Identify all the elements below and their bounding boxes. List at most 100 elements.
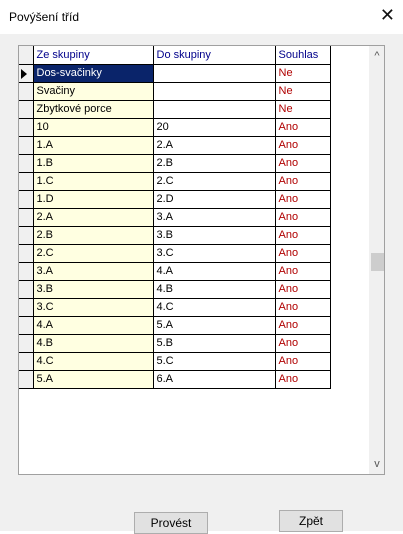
cell-agree[interactable]: Ano: [275, 136, 331, 155]
grid-row[interactable]: Dos-svačinky Ne: [19, 64, 331, 83]
grid-row[interactable]: 2.A 3.A Ano: [19, 208, 331, 227]
cell-from[interactable]: 4.C: [33, 352, 154, 371]
cell-from[interactable]: 4.A: [33, 316, 154, 335]
grid-row[interactable]: 1.A 2.A Ano: [19, 136, 331, 155]
cell-from[interactable]: 2.C: [33, 244, 154, 263]
row-indicator-cell[interactable]: [19, 172, 34, 191]
cell-agree[interactable]: Ano: [275, 190, 331, 209]
grid-row[interactable]: 1.B 2.B Ano: [19, 154, 331, 173]
cell-to[interactable]: 4.A: [153, 262, 276, 281]
grid-row[interactable]: 3.C 4.C Ano: [19, 298, 331, 317]
cell-to[interactable]: [153, 100, 276, 119]
cell-from[interactable]: 4.B: [33, 334, 154, 353]
grid-row[interactable]: 1.C 2.C Ano: [19, 172, 331, 191]
cell-agree[interactable]: Ano: [275, 334, 331, 353]
cell-to[interactable]: 20: [153, 118, 276, 137]
cell-agree[interactable]: Ne: [275, 100, 331, 119]
cell-to[interactable]: 2.C: [153, 172, 276, 191]
cell-agree[interactable]: Ano: [275, 226, 331, 245]
cell-from[interactable]: 1.A: [33, 136, 154, 155]
grid-row[interactable]: 2.B 3.B Ano: [19, 226, 331, 245]
cell-from[interactable]: Svačiny: [33, 82, 154, 101]
back-button[interactable]: Zpět: [279, 510, 343, 532]
cell-agree[interactable]: Ano: [275, 280, 331, 299]
row-indicator-cell[interactable]: [19, 370, 34, 389]
cell-to[interactable]: 5.A: [153, 316, 276, 335]
cell-from[interactable]: 3.B: [33, 280, 154, 299]
cell-agree[interactable]: Ano: [275, 172, 331, 191]
close-icon[interactable]: ✕: [380, 5, 395, 25]
grid-row[interactable]: 2.C 3.C Ano: [19, 244, 331, 263]
row-indicator-cell[interactable]: [19, 226, 34, 245]
cell-agree[interactable]: Ano: [275, 154, 331, 173]
row-indicator-cell[interactable]: [19, 82, 34, 101]
promotion-grid[interactable]: Ze skupiny Do skupiny Souhlas Dos-svačin…: [18, 45, 385, 475]
cell-to[interactable]: 3.C: [153, 244, 276, 263]
grid-row[interactable]: 5.A 6.A Ano: [19, 370, 331, 389]
column-header-agree[interactable]: Souhlas: [275, 46, 331, 65]
cell-agree[interactable]: Ne: [275, 64, 331, 83]
cell-agree[interactable]: Ano: [275, 298, 331, 317]
cell-from[interactable]: 3.C: [33, 298, 154, 317]
grid-row[interactable]: Svačiny Ne: [19, 82, 331, 101]
row-indicator-cell[interactable]: [19, 298, 34, 317]
row-indicator-cell[interactable]: [19, 280, 34, 299]
cell-to[interactable]: 2.D: [153, 190, 276, 209]
row-indicator-cell[interactable]: [19, 316, 34, 335]
cell-agree[interactable]: Ano: [275, 244, 331, 263]
cell-from[interactable]: Zbytkové porce: [33, 100, 154, 119]
row-indicator-cell[interactable]: [19, 154, 34, 173]
scroll-down-icon[interactable]: v: [369, 456, 384, 472]
grid-row[interactable]: 3.B 4.B Ano: [19, 280, 331, 299]
row-indicator-cell[interactable]: [19, 118, 34, 137]
grid-row[interactable]: 10 20 Ano: [19, 118, 331, 137]
cell-from[interactable]: 1.B: [33, 154, 154, 173]
cell-from[interactable]: Dos-svačinky: [33, 64, 154, 83]
cell-agree[interactable]: Ne: [275, 82, 331, 101]
cell-from[interactable]: 2.B: [33, 226, 154, 245]
grid-row[interactable]: 1.D 2.D Ano: [19, 190, 331, 209]
cell-from[interactable]: 5.A: [33, 370, 154, 389]
cell-to[interactable]: 6.A: [153, 370, 276, 389]
grid-row[interactable]: Zbytkové porce Ne: [19, 100, 331, 119]
cell-from[interactable]: 2.A: [33, 208, 154, 227]
cell-to[interactable]: [153, 82, 276, 101]
row-indicator-cell[interactable]: [19, 208, 34, 227]
row-indicator-cell[interactable]: [19, 262, 34, 281]
scroll-up-icon[interactable]: ^: [369, 48, 384, 64]
cell-agree[interactable]: Ano: [275, 370, 331, 389]
row-indicator-cell[interactable]: [19, 352, 34, 371]
vertical-scrollbar[interactable]: ^ v: [369, 46, 384, 474]
cell-to[interactable]: 3.B: [153, 226, 276, 245]
grid-row[interactable]: 4.A 5.A Ano: [19, 316, 331, 335]
row-indicator-cell[interactable]: [19, 100, 34, 119]
cell-agree[interactable]: Ano: [275, 118, 331, 137]
cell-to[interactable]: 2.B: [153, 154, 276, 173]
row-indicator-cell[interactable]: [19, 190, 34, 209]
cell-to[interactable]: 4.C: [153, 298, 276, 317]
row-indicator-cell[interactable]: [19, 334, 34, 353]
grid-row[interactable]: 3.A 4.A Ano: [19, 262, 331, 281]
row-indicator-cell[interactable]: [19, 64, 34, 83]
grid-row[interactable]: 4.B 5.B Ano: [19, 334, 331, 353]
cell-to[interactable]: 5.C: [153, 352, 276, 371]
cell-from[interactable]: 3.A: [33, 262, 154, 281]
column-header-to[interactable]: Do skupiny: [153, 46, 276, 65]
cell-from[interactable]: 1.C: [33, 172, 154, 191]
cell-agree[interactable]: Ano: [275, 262, 331, 281]
row-indicator-cell[interactable]: [19, 244, 34, 263]
grid-row[interactable]: 4.C 5.C Ano: [19, 352, 331, 371]
cell-from[interactable]: 10: [33, 118, 154, 137]
cell-agree[interactable]: Ano: [275, 352, 331, 371]
cell-to[interactable]: 3.A: [153, 208, 276, 227]
cell-to[interactable]: 5.B: [153, 334, 276, 353]
cell-agree[interactable]: Ano: [275, 316, 331, 335]
scroll-thumb[interactable]: [371, 253, 384, 271]
cell-to[interactable]: [153, 64, 276, 83]
column-header-from[interactable]: Ze skupiny: [33, 46, 154, 65]
row-indicator-cell[interactable]: [19, 136, 34, 155]
cell-to[interactable]: 4.B: [153, 280, 276, 299]
cell-from[interactable]: 1.D: [33, 190, 154, 209]
cell-agree[interactable]: Ano: [275, 208, 331, 227]
cell-to[interactable]: 2.A: [153, 136, 276, 155]
